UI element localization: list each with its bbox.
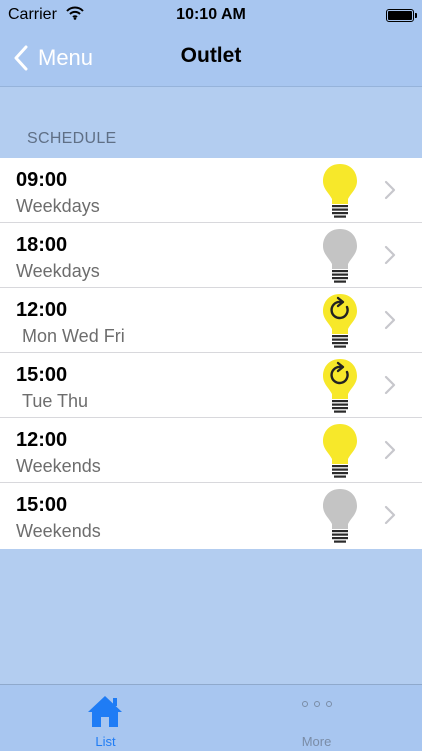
tab-more-label: More — [301, 734, 332, 749]
chevron-right-icon — [384, 245, 396, 265]
schedule-row[interactable]: 09:00 Weekdays — [0, 158, 422, 223]
chevron-right-icon — [384, 310, 396, 330]
schedule-time: 12:00 — [16, 299, 68, 321]
schedule-days: Weekdays — [16, 196, 100, 216]
schedule-time: 15:00 — [16, 494, 68, 516]
bulb-toggle-icon — [321, 292, 359, 350]
schedule-days: Mon Wed Fri — [22, 326, 125, 346]
schedule-days: Weekends — [16, 521, 101, 541]
section-header: SCHEDULE — [27, 130, 117, 147]
status-time: 10:10 AM — [176, 6, 246, 23]
chevron-right-icon — [384, 180, 396, 200]
bulb-off-icon — [321, 227, 359, 285]
schedule-row[interactable]: 12:00 Mon Wed Fri — [0, 288, 422, 353]
bulb-on-icon — [321, 422, 359, 480]
chevron-right-icon — [384, 505, 396, 525]
home-icon — [88, 696, 122, 727]
battery-icon — [386, 9, 417, 22]
schedule-row[interactable]: 12:00 Weekends — [0, 418, 422, 483]
schedule-days: Tue Thu — [22, 391, 89, 411]
schedule-time: 18:00 — [16, 234, 68, 256]
navigation-bar: Menu Outlet — [0, 32, 422, 87]
bulb-on-icon — [321, 162, 359, 220]
schedule-time: 09:00 — [16, 169, 68, 191]
chevron-right-icon — [384, 375, 396, 395]
chevron-right-icon — [384, 440, 396, 460]
schedule-time: 12:00 — [16, 429, 68, 451]
schedule-row[interactable]: 15:00 Tue Thu — [0, 353, 422, 418]
tab-list-label: List — [95, 734, 116, 749]
schedule-row[interactable]: 15:00 Weekends — [0, 483, 422, 549]
schedule-days: Weekends — [16, 456, 101, 476]
bulb-toggle-icon — [321, 357, 359, 415]
tab-more[interactable]: More — [211, 685, 422, 751]
bulb-off-icon — [321, 487, 359, 545]
status-bar: Carrier 10:10 AM — [0, 0, 422, 32]
tab-bar: List More — [0, 684, 422, 751]
tab-list[interactable]: List — [0, 685, 211, 751]
more-icon — [211, 701, 422, 707]
schedule-time: 15:00 — [16, 364, 68, 386]
schedule-list: 09:00 Weekdays 18:00 Weekdays 12:00 Mon Wed F… — [0, 158, 422, 549]
schedule-row[interactable]: 18:00 Weekdays — [0, 223, 422, 288]
schedule-days: Weekdays — [16, 261, 100, 281]
page-title: Outlet — [180, 44, 242, 67]
